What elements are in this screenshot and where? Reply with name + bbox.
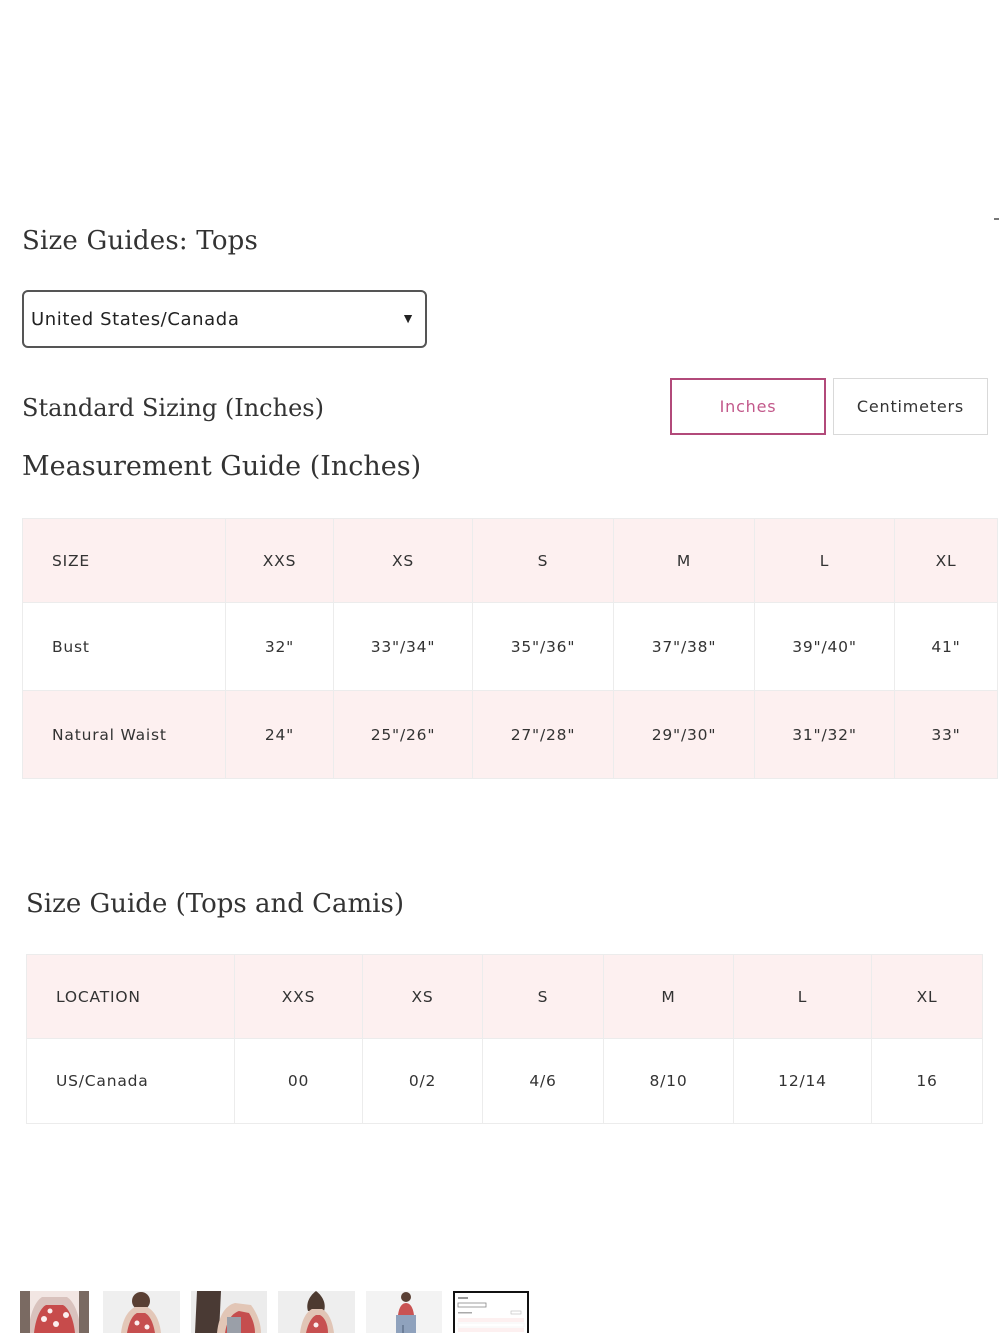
table-cell: 33"/34" [333,602,473,691]
table-header-cell: L [754,518,895,603]
table-row-label: Natural Waist [22,690,226,779]
table-cell: 39"/40" [754,602,895,691]
chevron-down-icon: ▼ [401,310,415,326]
table-row: US/Canada 00 0/2 4/6 8/10 12/14 16 [26,1038,983,1124]
size-guide-heading: Size Guide (Tops and Camis) [26,889,404,919]
product-thumbnail-5[interactable] [366,1291,442,1333]
table-cell: 37"/38" [613,602,755,691]
standard-sizing-heading: Standard Sizing (Inches) [22,394,324,422]
table-cell: 12/14 [733,1038,872,1124]
table-header-cell: LOCATION [26,954,235,1039]
product-thumbnail-1[interactable] [20,1291,89,1333]
table-cell: 33" [894,690,998,779]
table-header-cell: XL [894,518,998,603]
table-header-cell: L [733,954,872,1039]
table-cell: 0/2 [362,1038,483,1124]
page-title: Size Guides: Tops [22,226,259,256]
product-thumbnail-3[interactable] [191,1291,267,1333]
product-thumbnail-6[interactable] [453,1291,529,1333]
table-cell: 16 [871,1038,983,1124]
table-header-row: SIZE XXS XS S M L XL [22,518,998,603]
table-cell: 41" [894,602,998,691]
table-cell: 00 [234,1038,363,1124]
table-header-cell: XXS [225,518,334,603]
measurement-guide-heading: Measurement Guide (Inches) [22,451,422,482]
table-row-label: Bust [22,602,226,691]
inches-toggle-button[interactable]: Inches [670,378,826,435]
table-cell: 25"/26" [333,690,473,779]
table-cell: 31"/32" [754,690,895,779]
product-thumbnail-2[interactable] [103,1291,180,1333]
table-row: Natural Waist 24" 25"/26" 27"/28" 29"/30… [22,690,998,779]
table-cell: 8/10 [603,1038,734,1124]
table-header-cell: M [603,954,734,1039]
table-header-cell: S [482,954,604,1039]
product-thumbnail-4[interactable] [278,1291,355,1333]
table-header-cell: SIZE [22,518,226,603]
table-header-cell: M [613,518,755,603]
table-header-cell: S [472,518,614,603]
region-select[interactable]: United States/Canada ▼ [22,290,427,348]
table-row-label: US/Canada [26,1038,235,1124]
table-cell: 29"/30" [613,690,755,779]
region-select-value: United States/Canada [31,308,240,330]
table-header-cell: XS [362,954,483,1039]
centimeters-toggle-button[interactable]: Centimeters [833,378,988,435]
table-header-cell: XL [871,954,983,1039]
table-header-cell: XS [333,518,473,603]
measurement-table: SIZE XXS XS S M L XL Bust 32" 33"/34" 35… [22,518,998,779]
edge-mark [994,218,999,222]
table-row: Bust 32" 33"/34" 35"/36" 37"/38" 39"/40"… [22,602,998,691]
table-header-cell: XXS [234,954,363,1039]
table-cell: 35"/36" [472,602,614,691]
table-cell: 4/6 [482,1038,604,1124]
table-cell: 32" [225,602,334,691]
table-cell: 24" [225,690,334,779]
table-header-row: LOCATION XXS XS S M L XL [26,954,983,1039]
table-cell: 27"/28" [472,690,614,779]
size-guide-table: LOCATION XXS XS S M L XL US/Canada 00 0/… [26,954,983,1124]
